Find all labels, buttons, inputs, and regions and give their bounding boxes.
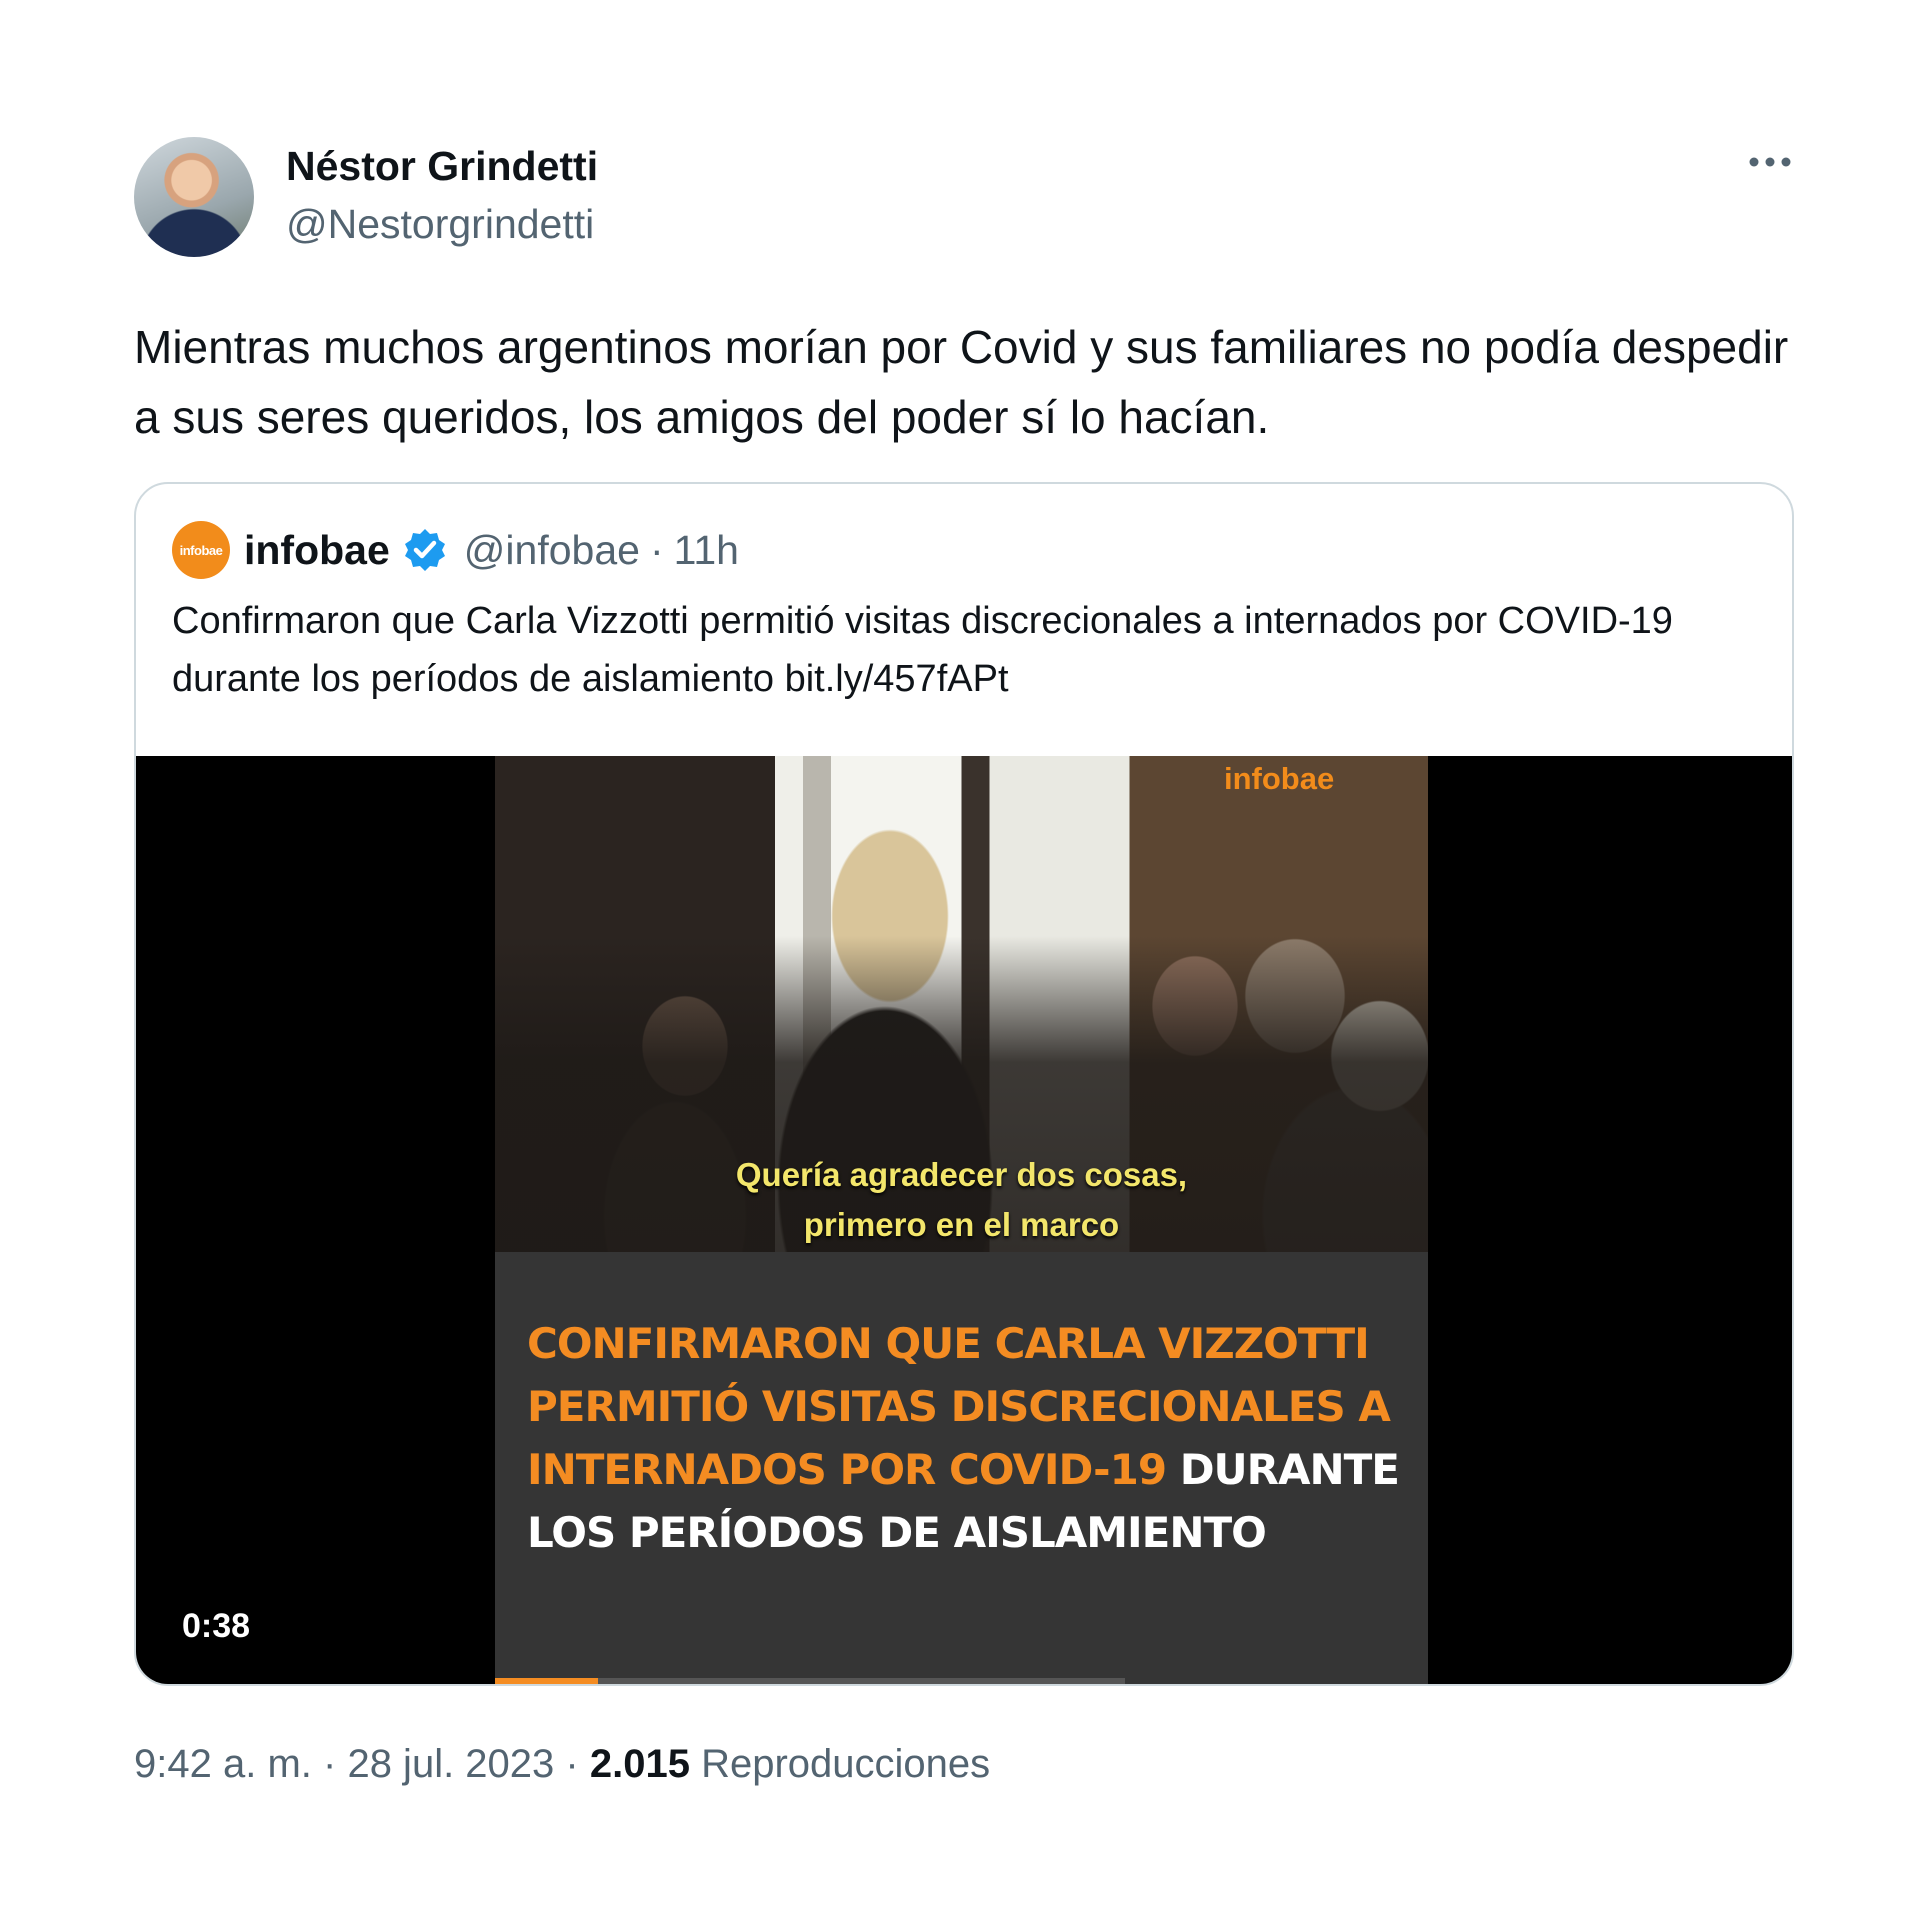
subtitle-line-1: Quería agradecer dos cosas, <box>735 1156 1188 1193</box>
views-count[interactable]: 2.015 <box>590 1742 690 1786</box>
author-handle[interactable]: @Nestorgrindetti <box>286 200 594 248</box>
subtitle-line-2: primero en el marco <box>803 1206 1120 1243</box>
infobae-logo[interactable]: infobae <box>172 521 230 579</box>
video-headline: CONFIRMARON QUE CARLA VIZZOTTI PERMITIÓ … <box>527 1312 1407 1564</box>
more-options-icon[interactable] <box>1748 150 1792 174</box>
infobae-watermark: infobae <box>1224 761 1335 796</box>
video-frame: infobae Quería agradecer dos cosas, prim… <box>495 756 1428 1684</box>
video-player[interactable]: infobae Quería agradecer dos cosas, prim… <box>136 756 1792 1684</box>
views-label: Reproducciones <box>701 1742 991 1786</box>
tweet-time[interactable]: 9:42 a. m. <box>134 1742 312 1786</box>
tweet-date[interactable]: 28 jul. 2023 <box>347 1742 554 1786</box>
quoted-author-name[interactable]: infobae <box>244 527 390 574</box>
tweet-text: Mientras muchos argentinos morían por Co… <box>134 321 1789 443</box>
tweet: Néstor Grindetti @Nestorgrindetti Mientr… <box>134 0 1794 1932</box>
meta-separator: · <box>323 1742 337 1786</box>
author-avatar[interactable] <box>134 137 254 257</box>
logo-text: infobae <box>179 542 223 558</box>
meta-separator: · <box>565 1742 579 1786</box>
tweet-meta: 9:42 a. m. · 28 jul. 2023 · 2.015 Reprod… <box>134 1738 990 1790</box>
quoted-timestamp[interactable]: 11h <box>674 527 739 574</box>
quoted-tweet-header: infobae infobae @infobae · 11h <box>172 518 739 582</box>
author-name[interactable]: Néstor Grindetti <box>286 142 598 190</box>
quoted-tweet-text: Confirmaron que Carla Vizzotti permitió … <box>172 600 1673 700</box>
video-duration: 0:38 <box>182 1607 251 1645</box>
separator-dot: · <box>649 526 664 573</box>
video-subtitle: Quería agradecer dos cosas, primero en e… <box>495 1150 1428 1250</box>
quoted-author-handle[interactable]: @infobae <box>464 527 640 574</box>
video-progress-fill <box>495 1678 598 1684</box>
verified-badge-icon <box>402 527 448 573</box>
quoted-tweet-card[interactable]: infobae infobae @infobae · 11h Confirmar… <box>134 482 1794 1686</box>
video-headline-banner: CONFIRMARON QUE CARLA VIZZOTTI PERMITIÓ … <box>495 1252 1428 1684</box>
